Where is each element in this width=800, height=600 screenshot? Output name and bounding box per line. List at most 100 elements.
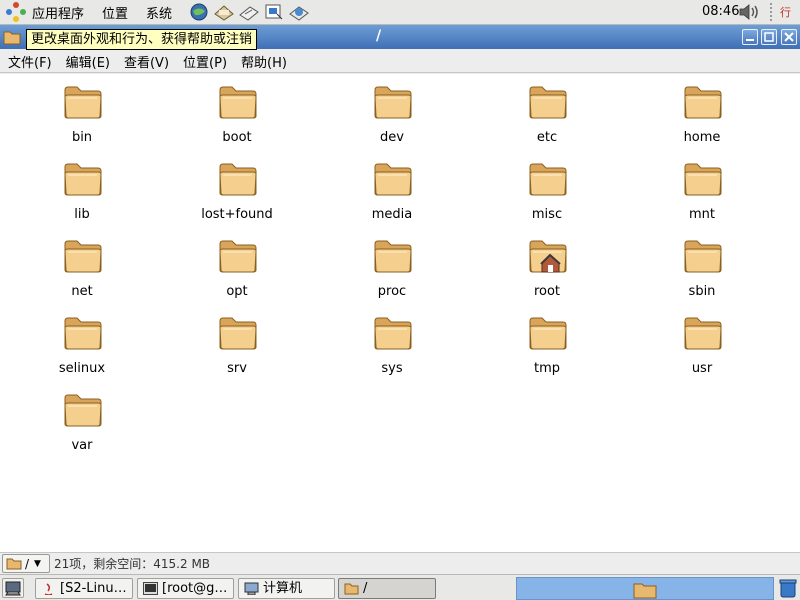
folder-icon: [373, 238, 413, 274]
task-terminal[interactable]: [root@g…: [137, 578, 234, 599]
folder-icon: [63, 161, 103, 197]
window-folder-icon[interactable]: [3, 29, 21, 45]
file-item-root[interactable]: root: [487, 230, 607, 300]
file-item-var[interactable]: var: [22, 384, 142, 454]
terminal-icon: [143, 582, 158, 595]
home-folder-icon: [528, 238, 568, 274]
location-folder-icon: [6, 558, 22, 570]
folder-icon: [63, 315, 103, 351]
file-item-sbin[interactable]: sbin: [642, 230, 762, 300]
file-label: media: [371, 207, 413, 222]
folder-icon: [373, 161, 413, 197]
maximize-button[interactable]: [761, 29, 777, 45]
file-view[interactable]: bin boot dev etc home lib lost+found media misc m…: [0, 74, 800, 552]
workspace-switcher[interactable]: [516, 577, 774, 600]
menu-view[interactable]: 查看(V): [124, 52, 169, 71]
folder-icon: [63, 392, 103, 428]
folder-icon: [528, 315, 568, 351]
panel-separator: [770, 3, 772, 21]
task-label: /: [363, 581, 368, 596]
folder-icon: [63, 238, 103, 274]
task-label: 计算机: [263, 581, 303, 596]
window-title: /: [376, 28, 382, 44]
browser-icon[interactable]: [188, 1, 210, 23]
file-label: root: [533, 284, 561, 299]
file-item-sys[interactable]: sys: [332, 307, 452, 377]
file-item-lost-found[interactable]: lost+found: [177, 153, 297, 223]
location-button[interactable]: / ▼: [2, 554, 50, 573]
gnome-foot-icon[interactable]: [6, 2, 26, 22]
file-label: home: [683, 130, 721, 145]
file-item-usr[interactable]: usr: [642, 307, 762, 377]
writer-icon[interactable]: [238, 1, 260, 23]
file-label: net: [71, 284, 93, 299]
volume-icon[interactable]: [738, 3, 762, 21]
folder-icon: [373, 315, 413, 351]
file-item-mnt[interactable]: mnt: [642, 153, 762, 223]
file-item-media[interactable]: media: [332, 153, 452, 223]
folder-icon: [683, 161, 723, 197]
folder-icon: [218, 315, 258, 351]
folder-icon: [218, 161, 258, 197]
file-label: mnt: [689, 207, 715, 222]
tooltip: 更改桌面外观和行为、获得帮助或注销: [26, 29, 258, 50]
folder-icon: [528, 84, 568, 120]
file-label: etc: [536, 130, 558, 145]
location-label: /: [25, 556, 30, 571]
file-label: selinux: [58, 361, 106, 376]
task-folder[interactable]: /: [338, 578, 436, 599]
task-label: [S2-Linu…: [60, 581, 127, 596]
menu-file[interactable]: 文件(F): [8, 52, 52, 71]
file-item-boot[interactable]: boot: [177, 76, 297, 146]
mail-icon[interactable]: [213, 1, 235, 23]
menu-system[interactable]: 系统: [146, 3, 172, 22]
file-label: boot: [222, 130, 252, 145]
menu-places[interactable]: 位置: [102, 3, 128, 22]
folder-icon: [683, 238, 723, 274]
top-panel: 应用程序 位置 系统 08:46 行: [0, 0, 800, 25]
file-label: lost+found: [201, 207, 273, 222]
file-item-bin[interactable]: bin: [22, 76, 142, 146]
menubar: 文件(F) 编辑(E) 查看(V) 位置(P) 帮助(H): [0, 50, 800, 73]
task-java[interactable]: [S2-Linu…: [35, 578, 133, 599]
file-item-misc[interactable]: misc: [487, 153, 607, 223]
menu-go[interactable]: 位置(P): [183, 52, 227, 71]
file-label: proc: [377, 284, 407, 299]
calc-icon[interactable]: [288, 1, 310, 23]
input-method-indicator[interactable]: 行: [780, 4, 791, 20]
file-label: bin: [71, 130, 93, 145]
menu-applications[interactable]: 应用程序: [32, 3, 84, 22]
folder-icon: [63, 84, 103, 120]
clock[interactable]: 08:46: [702, 4, 739, 19]
file-item-net[interactable]: net: [22, 230, 142, 300]
java-icon: [44, 583, 53, 595]
workspace-folder-icon: [633, 583, 657, 599]
menu-edit[interactable]: 编辑(E): [66, 52, 110, 71]
file-label: usr: [691, 361, 713, 376]
file-item-opt[interactable]: opt: [177, 230, 297, 300]
status-info: 21项，剩余空间：415.2 MB: [54, 557, 211, 571]
folder-icon: [344, 583, 359, 595]
impress-icon[interactable]: [263, 1, 285, 23]
file-item-tmp[interactable]: tmp: [487, 307, 607, 377]
file-label: misc: [531, 207, 563, 222]
file-label: srv: [227, 361, 247, 376]
file-item-home[interactable]: home: [642, 76, 762, 146]
task-computer[interactable]: 计算机: [238, 578, 335, 599]
file-label: lib: [74, 207, 90, 222]
bottom-panel: [S2-Linu… [root@g… 计算机 /: [0, 574, 800, 600]
file-label: var: [71, 438, 93, 453]
file-label: tmp: [533, 361, 560, 376]
folder-icon: [218, 238, 258, 274]
file-item-srv[interactable]: srv: [177, 307, 297, 377]
minimize-button[interactable]: [742, 29, 758, 45]
file-item-lib[interactable]: lib: [22, 153, 142, 223]
show-desktop-button[interactable]: [2, 578, 24, 598]
file-item-proc[interactable]: proc: [332, 230, 452, 300]
trash-icon[interactable]: [779, 578, 797, 598]
file-item-dev[interactable]: dev: [332, 76, 452, 146]
file-item-selinux[interactable]: selinux: [22, 307, 142, 377]
file-item-etc[interactable]: etc: [487, 76, 607, 146]
menu-help[interactable]: 帮助(H): [241, 52, 287, 71]
close-button[interactable]: [781, 29, 797, 45]
